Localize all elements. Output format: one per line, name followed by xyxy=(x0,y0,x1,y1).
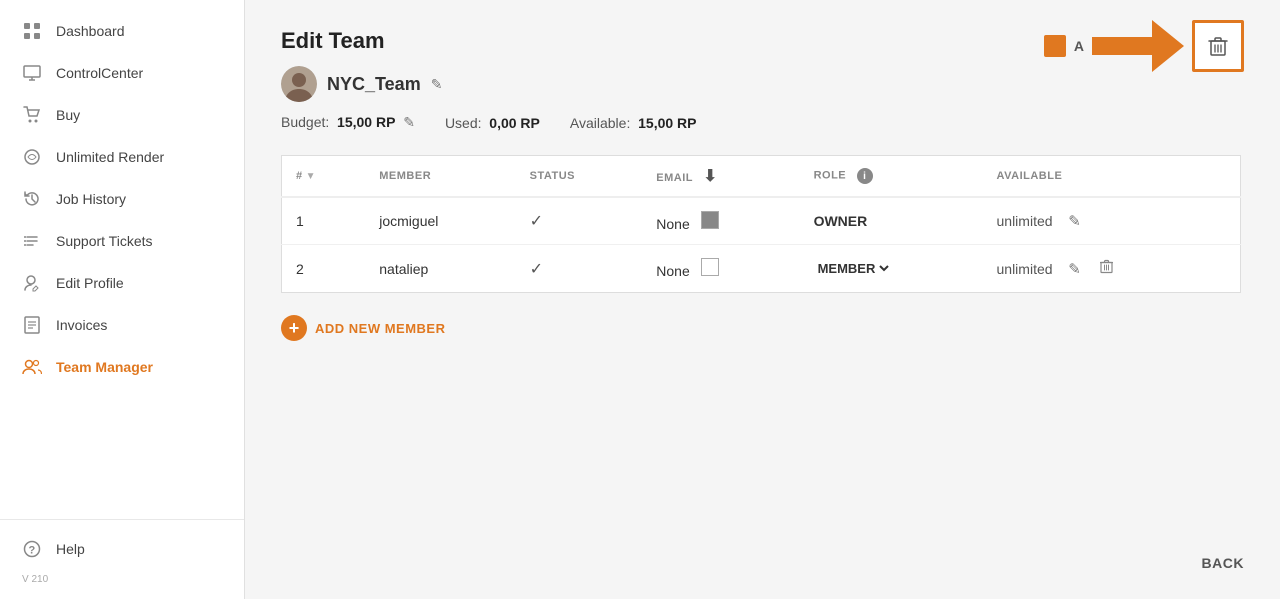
col-number[interactable]: # ▼ xyxy=(282,156,366,198)
edit-team-name-icon[interactable]: ✎ xyxy=(431,76,443,93)
add-member-row[interactable]: + ADD NEW MEMBER xyxy=(281,315,1244,341)
row1-edit-button[interactable]: ✎ xyxy=(1064,210,1085,232)
row2-email: None xyxy=(642,245,799,293)
used-value: 0,00 RP xyxy=(489,115,540,131)
row1-member: jocmiguel xyxy=(365,197,515,245)
team-avatar xyxy=(281,66,317,102)
budget-label: Budget: 15,00 RP ✎ xyxy=(281,114,415,131)
sidebar-item-label: Buy xyxy=(56,107,80,123)
team-table: # ▼ MEMBER STATUS EMAIL ⬇ ROLE i AVAILAB… xyxy=(281,155,1241,293)
svg-text:?: ? xyxy=(29,545,36,557)
col-available: AVAILABLE xyxy=(983,156,1241,198)
sidebar-item-support-tickets[interactable]: Support Tickets xyxy=(0,220,244,262)
help-icon: ? xyxy=(22,539,42,559)
history-icon xyxy=(22,189,42,209)
sidebar-item-help[interactable]: ? Help xyxy=(0,528,244,570)
main-content: A Edit Team NYC_T xyxy=(245,0,1280,599)
sidebar-item-label: Job History xyxy=(56,191,126,207)
delete-team-button[interactable] xyxy=(1192,20,1244,72)
user-edit-icon xyxy=(22,273,42,293)
users-icon xyxy=(22,357,42,377)
row2-available: unlimited ✎ xyxy=(983,245,1241,293)
version-label: V 210 xyxy=(0,570,244,589)
arrow-annotation xyxy=(1092,20,1184,72)
back-button[interactable]: BACK xyxy=(1202,555,1244,571)
row1-role: OWNER xyxy=(800,197,983,245)
sidebar-item-label: Unlimited Render xyxy=(56,149,164,165)
orange-indicator xyxy=(1044,35,1066,57)
sidebar-item-buy[interactable]: Buy xyxy=(0,94,244,136)
row2-delete-button[interactable] xyxy=(1096,257,1117,280)
col-email: EMAIL ⬇ xyxy=(642,156,799,198)
file-icon xyxy=(22,315,42,335)
col-member: MEMBER xyxy=(365,156,515,198)
role-dropdown[interactable]: MEMBER OWNER xyxy=(814,260,892,277)
row1-available: unlimited ✎ xyxy=(983,197,1241,245)
team-name-label: NYC_Team xyxy=(327,74,421,95)
sidebar-item-label: ControlCenter xyxy=(56,65,143,81)
sidebar-item-job-history[interactable]: Job History xyxy=(0,178,244,220)
sidebar-item-unlimited-render[interactable]: Unlimited Render xyxy=(0,136,244,178)
circle-icon xyxy=(22,147,42,167)
grid-icon xyxy=(22,21,42,41)
sidebar-item-edit-profile[interactable]: Edit Profile xyxy=(0,262,244,304)
add-member-label: ADD NEW MEMBER xyxy=(315,321,446,336)
row2-edit-button[interactable]: ✎ xyxy=(1064,258,1085,280)
row1-status: ✓ xyxy=(516,197,643,245)
table-row: 1 jocmiguel ✓ None OWNER unlimited ✎ xyxy=(282,197,1241,245)
sidebar-item-label: Support Tickets xyxy=(56,233,153,249)
sidebar-item-dashboard[interactable]: Dashboard xyxy=(0,10,244,52)
top-right-actions: A xyxy=(1044,20,1244,72)
sort-icon: ▼ xyxy=(306,171,316,182)
sidebar: Dashboard ControlCenter Buy xyxy=(0,0,245,599)
sidebar-item-label: Invoices xyxy=(56,317,107,333)
monitor-icon xyxy=(22,63,42,83)
sidebar-item-label: Edit Profile xyxy=(56,275,124,291)
available-section: Available: 15,00 RP xyxy=(570,115,697,131)
table-row: 2 nataliep ✓ None MEMBER OWNER unlimited xyxy=(282,245,1241,293)
row2-num: 2 xyxy=(282,245,366,293)
sidebar-item-label: Team Manager xyxy=(56,359,153,375)
row1-num: 1 xyxy=(282,197,366,245)
cart-icon xyxy=(22,105,42,125)
row2-status: ✓ xyxy=(516,245,643,293)
col-status: STATUS xyxy=(516,156,643,198)
col-role: ROLE i xyxy=(800,156,983,198)
row2-color-box[interactable] xyxy=(701,258,719,276)
list-icon xyxy=(22,231,42,251)
row2-member: nataliep xyxy=(365,245,515,293)
edit-budget-icon[interactable]: ✎ xyxy=(403,114,415,130)
info-icon[interactable]: i xyxy=(857,168,873,184)
row2-role: MEMBER OWNER xyxy=(800,245,983,293)
sidebar-item-controlcenter[interactable]: ControlCenter xyxy=(0,52,244,94)
row1-email: None xyxy=(642,197,799,245)
row1-color-box[interactable] xyxy=(701,211,719,229)
trash-icon xyxy=(1208,35,1228,57)
available-value: 15,00 RP xyxy=(638,115,696,131)
used-section: Used: 0,00 RP xyxy=(445,115,540,131)
add-icon: + xyxy=(281,315,307,341)
sidebar-item-team-manager[interactable]: Team Manager xyxy=(0,346,244,388)
budget-value: 15,00 RP xyxy=(337,114,395,130)
user-initial: A xyxy=(1074,38,1084,54)
budget-row: Budget: 15,00 RP ✎ Used: 0,00 RP Availab… xyxy=(281,114,1244,131)
sidebar-item-invoices[interactable]: Invoices xyxy=(0,304,244,346)
download-icon[interactable]: ⬇ xyxy=(703,168,717,185)
trash-row-icon xyxy=(1100,259,1113,274)
sidebar-item-label: Dashboard xyxy=(56,23,125,39)
sidebar-item-label: Help xyxy=(56,541,85,557)
avatar-image xyxy=(281,66,317,102)
